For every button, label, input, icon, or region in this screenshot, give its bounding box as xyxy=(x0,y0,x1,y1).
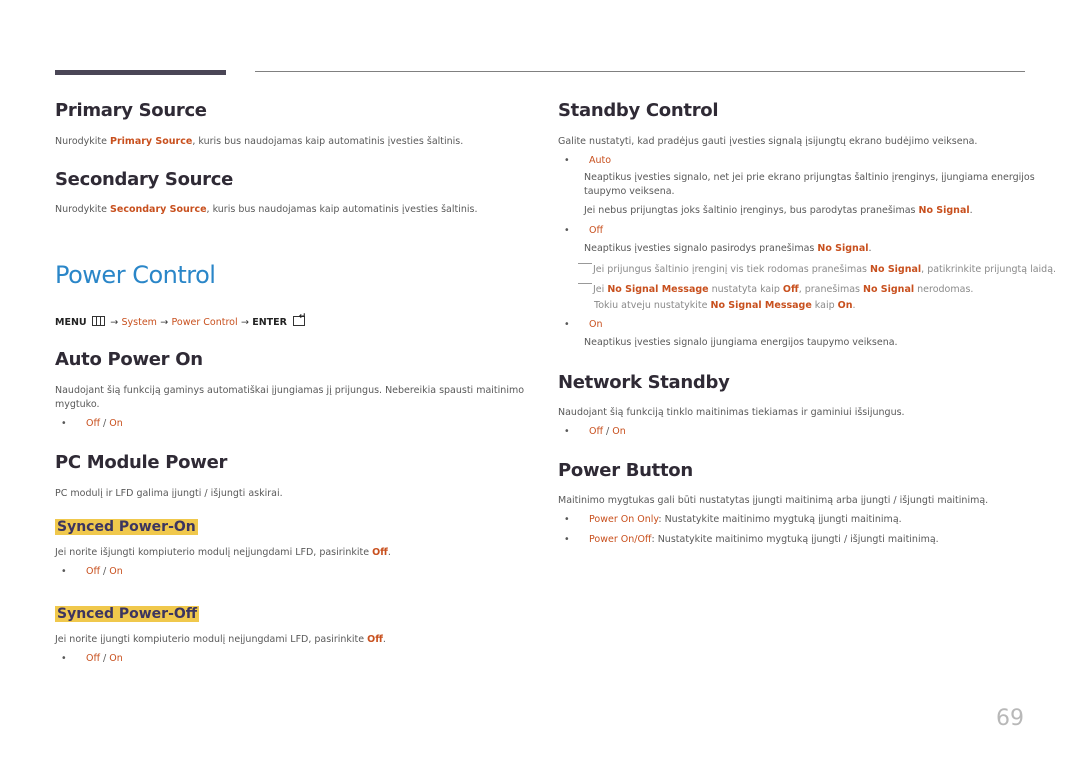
network-standby-options: • Off / On xyxy=(564,426,626,437)
bullet-icon: • xyxy=(564,225,570,236)
arrow-icon: → xyxy=(160,317,169,328)
power-button-item: • Power On Only: Nustatykite maitinimo my… xyxy=(564,514,902,525)
secondary-source-text: Nurodykite Secondary Source, kuris bus n… xyxy=(55,204,478,215)
menu-path-system[interactable]: System xyxy=(122,317,157,328)
menu-label: MENU xyxy=(55,317,87,328)
pc-module-power-text: PC modulį ir LFD galima įjungti / išjung… xyxy=(55,488,283,499)
bullet-icon: • xyxy=(61,418,67,429)
option-off[interactable]: Off xyxy=(86,653,100,664)
note-dash-icon xyxy=(578,283,592,284)
menu-path: MENU → System → Power Control → ENTER xyxy=(55,312,306,328)
arrow-icon: → xyxy=(240,317,249,328)
menu-icon xyxy=(91,316,105,326)
pc-module-power-title: PC Module Power xyxy=(55,452,228,473)
network-standby-text: Naudojant šią funkciją tinklo maitinimas… xyxy=(558,407,905,418)
auto-desc-line2: taupymo veiksena. xyxy=(584,186,675,197)
menu-path-power-control[interactable]: Power Control xyxy=(172,317,238,328)
option-off[interactable]: Off xyxy=(86,566,100,577)
primary-source-text: Nurodykite Primary Source, kuris bus nau… xyxy=(55,136,464,147)
option-off[interactable]: Off xyxy=(86,418,100,429)
option-on[interactable]: On xyxy=(109,566,123,577)
synced-power-off-text: Jei norite įjungti kompiuterio modulį ne… xyxy=(55,634,386,645)
synced-power-off-heading: Synced Power-Off xyxy=(55,606,200,622)
bullet-icon: • xyxy=(61,653,67,664)
option-on[interactable]: On xyxy=(109,653,123,664)
network-standby-title: Network Standby xyxy=(558,372,730,393)
enter-icon xyxy=(293,312,306,326)
power-button-title: Power Button xyxy=(558,460,693,481)
auto-desc-line3: Jei nebus prijungtas joks šaltinio įreng… xyxy=(584,205,973,216)
off-note-1: Jei prijungus šaltinio įrenginį vis tiek… xyxy=(578,263,1056,277)
note-dash-icon xyxy=(578,263,592,264)
auto-power-on-options: • Off / On xyxy=(61,418,123,429)
synced-power-on-options: • Off / On xyxy=(61,566,123,577)
bullet-icon: • xyxy=(564,319,570,330)
power-button-item: • Power On/Off: Nustatykite maitinimo myg… xyxy=(564,534,939,545)
secondary-source-link[interactable]: Secondary Source xyxy=(110,204,207,215)
bullet-icon: • xyxy=(564,514,570,525)
auto-power-on-text-line1: Naudojant šią funkciją gaminys automatiš… xyxy=(55,385,525,396)
bullet-icon: • xyxy=(564,426,570,437)
standby-control-title: Standby Control xyxy=(558,100,719,121)
option-on[interactable]: On xyxy=(589,319,603,330)
page-title: Power Control xyxy=(55,261,216,289)
page-number: 69 xyxy=(996,706,1024,731)
option-off[interactable]: Off xyxy=(589,426,603,437)
header-rule xyxy=(255,71,1025,72)
power-button-text: Maitinimo mygtukas gali būti nustatytas … xyxy=(558,495,989,506)
header-bar-thick xyxy=(55,70,226,75)
auto-power-on-title: Auto Power On xyxy=(55,349,203,370)
secondary-source-title: Secondary Source xyxy=(55,169,234,190)
primary-source-title: Primary Source xyxy=(55,100,207,121)
standby-option-auto: • Auto xyxy=(564,155,611,166)
bullet-icon: • xyxy=(564,155,570,166)
auto-power-on-text-line2: mygtuko. xyxy=(55,399,100,410)
option-on[interactable]: On xyxy=(612,426,626,437)
off-note-3: Tokiu atveju nustatykite No Signal Messa… xyxy=(594,300,856,311)
standby-option-on: • On xyxy=(564,319,603,330)
option-on[interactable]: On xyxy=(109,418,123,429)
synced-power-on-heading: Synced Power-On xyxy=(55,519,198,535)
arrow-icon: → xyxy=(110,317,119,328)
standby-option-off: • Off xyxy=(564,225,603,236)
option-power-on-only[interactable]: Power On Only xyxy=(589,514,658,525)
option-auto[interactable]: Auto xyxy=(589,155,611,166)
standby-control-intro: Galite nustatyti, kad pradėjus gauti įve… xyxy=(558,136,978,147)
synced-power-off-options: • Off / On xyxy=(61,653,123,664)
off-note-2: Jei No Signal Message nustatyta kaip Off… xyxy=(578,283,973,297)
bullet-icon: • xyxy=(61,566,67,577)
auto-desc-line1: Neaptikus įvesties signalo, net jei prie… xyxy=(584,172,1035,183)
off-desc-line1: Neaptikus įvesties signalo pasirodys pra… xyxy=(584,243,872,254)
option-power-on-off[interactable]: Power On/Off xyxy=(589,534,651,545)
on-desc-line1: Neaptikus įvesties signalo įjungiama ene… xyxy=(584,337,898,348)
primary-source-link[interactable]: Primary Source xyxy=(110,136,192,147)
synced-power-on-text: Jei norite išjungti kompiuterio modulį n… xyxy=(55,547,391,558)
enter-label: ENTER xyxy=(252,317,287,328)
option-off[interactable]: Off xyxy=(589,225,603,236)
bullet-icon: • xyxy=(564,534,570,545)
